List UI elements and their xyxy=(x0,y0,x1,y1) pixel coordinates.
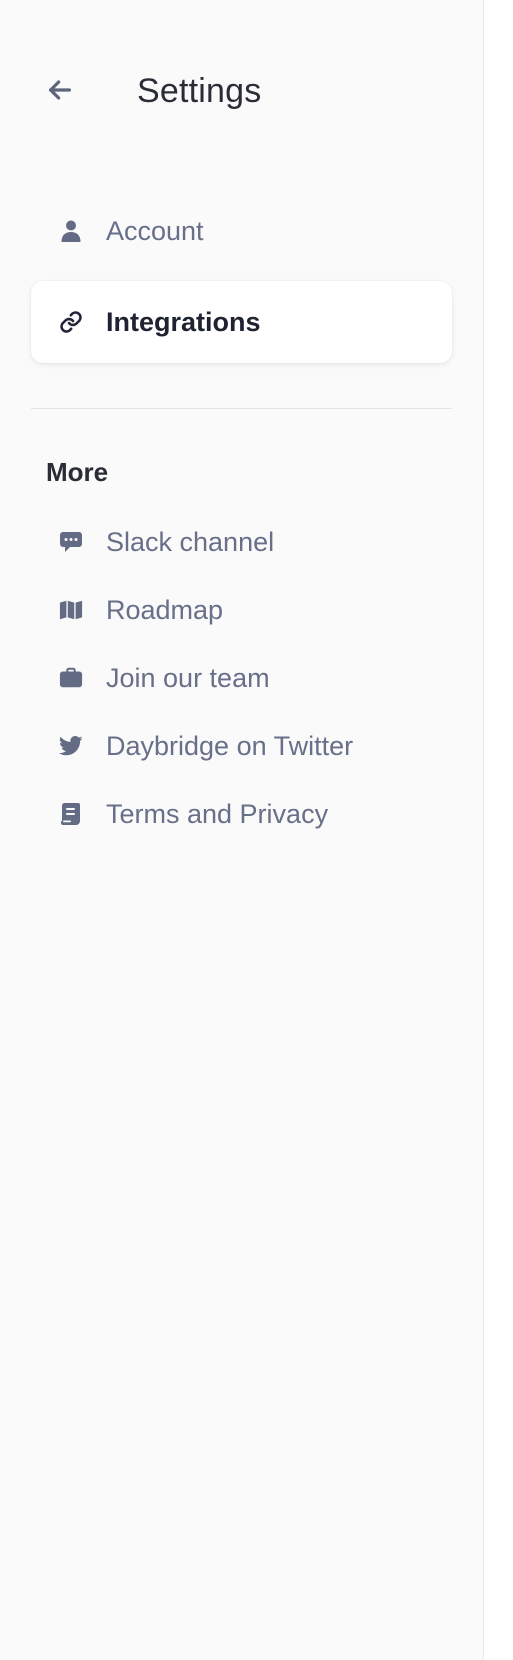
twitter-icon xyxy=(59,734,83,758)
more-item-terms-privacy[interactable]: Terms and Privacy xyxy=(31,780,452,848)
back-button[interactable] xyxy=(40,72,80,112)
briefcase-icon xyxy=(59,666,83,690)
nav-item-account[interactable]: Account xyxy=(31,190,452,272)
user-icon xyxy=(59,219,83,243)
settings-panel: Settings Account Integrations More Slack… xyxy=(0,0,484,1660)
more-item-label: Roadmap xyxy=(106,594,224,625)
arrow-left-icon xyxy=(44,74,76,111)
map-icon xyxy=(59,598,83,622)
more-item-label: Slack channel xyxy=(106,526,275,557)
more-item-join-our-team[interactable]: Join our team xyxy=(31,644,452,712)
nav-item-label: Account xyxy=(106,215,204,246)
more-item-slack-channel[interactable]: Slack channel xyxy=(31,508,452,576)
chat-bubble-icon xyxy=(59,530,83,554)
document-icon xyxy=(59,802,83,826)
settings-nav: Account Integrations xyxy=(31,190,452,372)
divider xyxy=(31,408,452,409)
more-list: Slack channel Roadmap Join our team Dayb… xyxy=(31,508,452,848)
more-section-title: More xyxy=(46,457,109,487)
more-item-roadmap[interactable]: Roadmap xyxy=(31,576,452,644)
settings-header: Settings xyxy=(0,0,484,190)
nav-item-integrations[interactable]: Integrations xyxy=(31,281,452,363)
nav-item-label: Integrations xyxy=(106,306,261,337)
link-icon xyxy=(59,310,83,334)
page-title: Settings xyxy=(137,72,262,110)
more-item-label: Terms and Privacy xyxy=(106,798,329,829)
more-item-twitter[interactable]: Daybridge on Twitter xyxy=(31,712,452,780)
more-item-label: Daybridge on Twitter xyxy=(106,730,354,761)
more-item-label: Join our team xyxy=(106,662,270,693)
